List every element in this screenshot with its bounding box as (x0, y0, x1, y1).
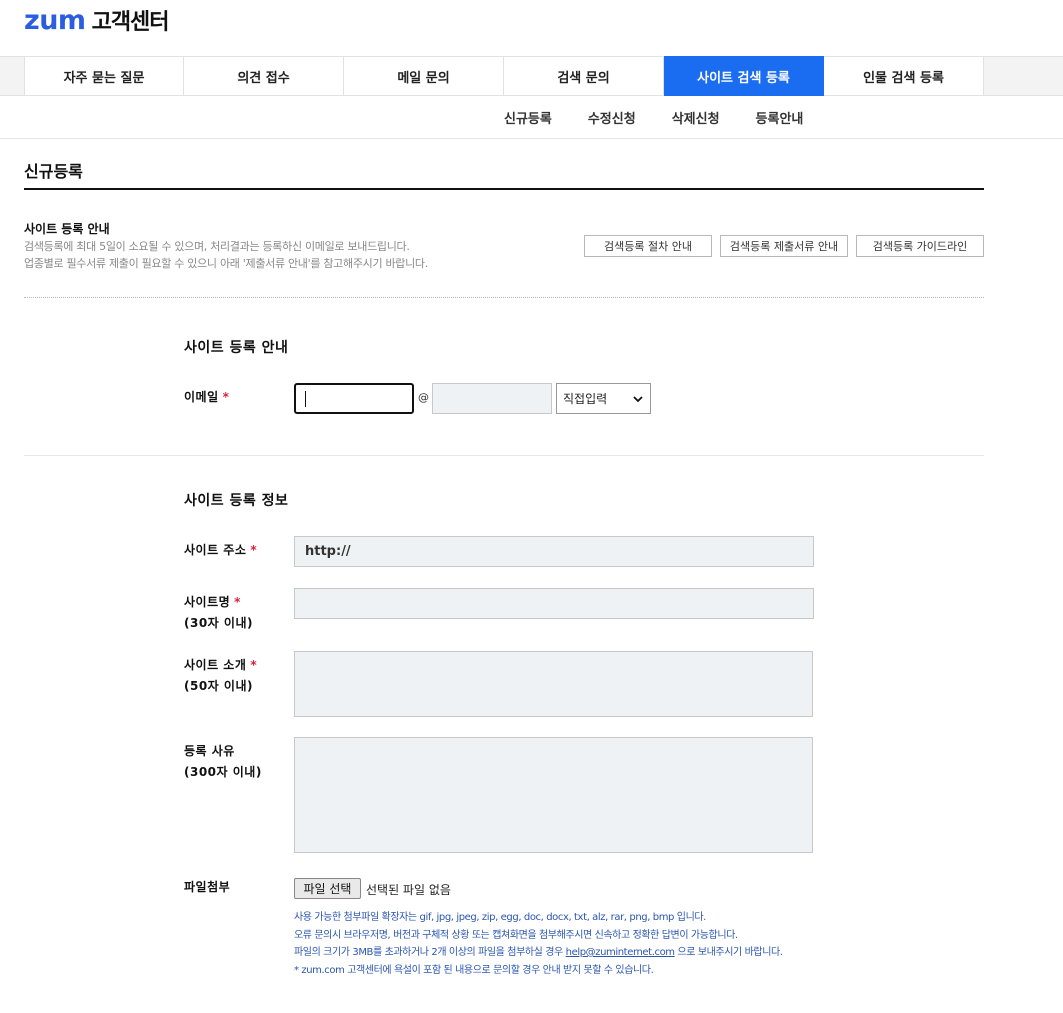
site-url-label: 사이트 주소 * (184, 540, 257, 561)
guide-line-2: 업종별로 필수서류 제출이 필요할 수 있으니 아래 '제출서류 안내'를 참고… (24, 257, 428, 270)
main-nav: 자주 묻는 질문 의견 접수 메일 문의 검색 문의 사이트 검색 등록 인물 … (0, 56, 1063, 96)
site-url-input[interactable]: http:// (294, 536, 814, 567)
subnav-register-guide[interactable]: 등록안내 (756, 108, 804, 127)
file-note-size-pre: 파일의 크기가 3MB를 초과하거나 2개 이상의 파일을 첨부하실 경우 (294, 947, 566, 958)
file-note-size-limit: 파일의 크기가 3MB를 초과하거나 2개 이상의 파일을 첨부하실 경우 he… (294, 944, 783, 962)
tab-feedback[interactable]: 의견 접수 (184, 56, 344, 96)
tab-site-search-register[interactable]: 사이트 검색 등록 (664, 56, 824, 96)
subnav-new-register[interactable]: 신규등록 (504, 108, 552, 127)
file-note-extensions: 사용 가능한 첨부파일 확장자는 gif, jpg, jpeg, zip, eg… (294, 912, 706, 923)
chevron-down-icon (633, 396, 643, 403)
title-divider (24, 188, 984, 190)
file-attach-label: 파일첨부 (184, 880, 231, 894)
guide-text: 검색등록에 최대 5일이 소요될 수 있으며, 처리결과는 등록하신 이메일로 … (24, 238, 428, 272)
help-email-link[interactable]: help@zuminternet.com (566, 947, 675, 958)
subnav-delete-request[interactable]: 삭제신청 (672, 108, 720, 127)
register-reason-hint: (300자 이내) (184, 765, 262, 779)
site-intro-label: 사이트 소개 * (50자 이내) (184, 655, 257, 697)
site-name-label: 사이트명 * (30자 이내) (184, 592, 253, 634)
site-intro-label-text: 사이트 소개 (184, 658, 247, 672)
site-intro-hint: (50자 이내) (184, 679, 253, 693)
at-sign: @ (418, 391, 429, 404)
page-title: 신규등록 (24, 162, 83, 181)
email-domain-input[interactable] (432, 383, 552, 414)
file-notes: 사용 가능한 첨부파일 확장자는 gif, jpg, jpeg, zip, eg… (294, 909, 783, 979)
site-intro-textarea[interactable] (294, 651, 813, 717)
site-name-hint: (30자 이내) (184, 616, 253, 630)
tab-search-inquiry[interactable]: 검색 문의 (504, 56, 664, 96)
header-title[interactable]: 고객센터 (92, 4, 170, 36)
tab-mail-inquiry[interactable]: 메일 문의 (344, 56, 504, 96)
sub-nav: 신규등록 수정신청 삭제신청 등록안내 (0, 96, 1063, 139)
site-name-label-text: 사이트명 (184, 595, 231, 609)
site-name-input[interactable] (294, 588, 814, 619)
file-select-button[interactable]: 파일 선택 (294, 878, 361, 899)
zum-logo[interactable]: zum (24, 5, 86, 36)
register-reason-textarea[interactable] (294, 737, 813, 853)
register-reason-label-text: 등록 사유 (184, 744, 235, 758)
tab-person-search-register[interactable]: 인물 검색 등록 (824, 56, 984, 96)
section-title-guide: 사이트 등록 안내 (184, 340, 289, 356)
file-note-abuse-warning: * zum.com 고객센터에 욕설이 포함 된 내용으로 문의할 경우 안내 … (294, 964, 654, 976)
file-note-size-post: 으로 보내주시기 바랍니다. (674, 947, 783, 958)
required-mark: * (222, 390, 230, 404)
site-url-label-text: 사이트 주소 (184, 543, 247, 557)
required-mark: * (250, 658, 258, 672)
section-title-site-info: 사이트 등록 정보 (184, 493, 289, 509)
subnav-edit-request[interactable]: 수정신청 (588, 108, 636, 127)
guideline-button[interactable]: 검색등록 가이드라인 (856, 235, 984, 257)
documents-guide-button[interactable]: 검색등록 제출서류 안내 (720, 235, 848, 257)
tab-faq[interactable]: 자주 묻는 질문 (24, 56, 184, 96)
email-domain-select[interactable]: 직접입력 (556, 383, 651, 414)
file-note-error-inquiry: 오류 문의시 브라우저명, 버전과 구체적 상황 또는 캡쳐화면을 첨부해주시면… (294, 929, 738, 941)
section-divider (24, 455, 984, 456)
email-label: 이메일 * (184, 387, 229, 408)
required-mark: * (250, 543, 258, 557)
email-domain-select-value: 직접입력 (563, 392, 608, 406)
email-id-input[interactable] (294, 383, 414, 414)
site-header: zum 고객센터 (24, 4, 170, 36)
required-mark: * (234, 595, 241, 609)
guide-buttons: 검색등록 절차 안내 검색등록 제출서류 안내 검색등록 가이드라인 (584, 235, 984, 257)
procedure-guide-button[interactable]: 검색등록 절차 안내 (584, 235, 712, 257)
register-reason-label: 등록 사유 (300자 이내) (184, 741, 262, 783)
dotted-divider (24, 297, 984, 298)
guide-title: 사이트 등록 안내 (24, 222, 110, 236)
file-status-text: 선택된 파일 없음 (366, 883, 451, 897)
text-caret (305, 391, 306, 407)
guide-line-1: 검색등록에 최대 5일이 소요될 수 있으며, 처리결과는 등록하신 이메일로 … (24, 240, 410, 253)
email-label-text: 이메일 (184, 390, 219, 404)
